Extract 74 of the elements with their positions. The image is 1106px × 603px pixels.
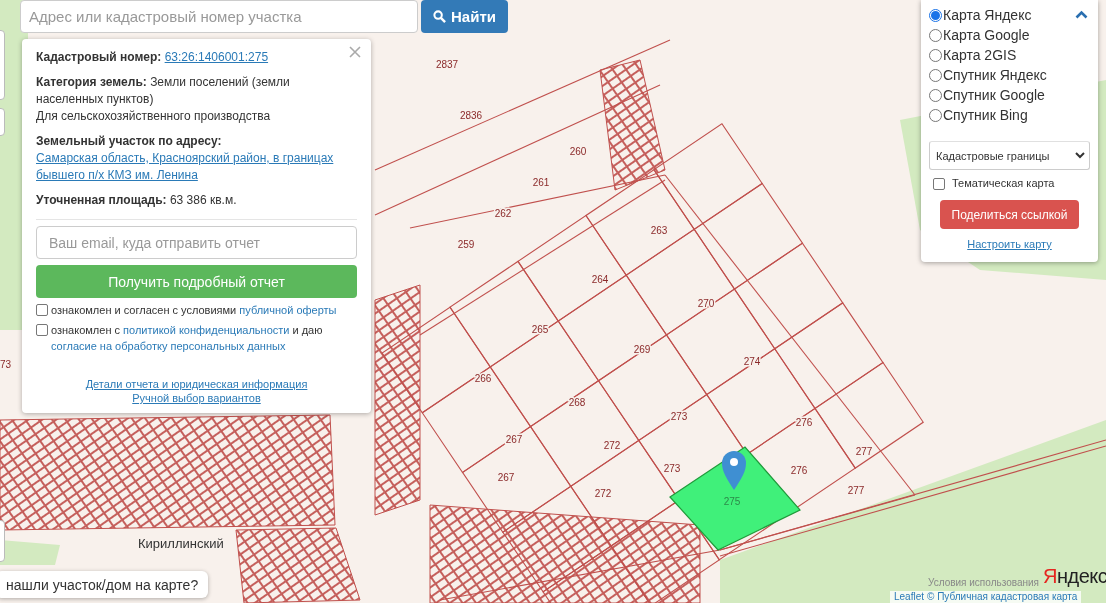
- leaflet-link[interactable]: Leaflet: [894, 591, 925, 603]
- consent-checkbox[interactable]: [36, 304, 48, 316]
- consent-link[interactable]: согласие на обработку персональных данных: [51, 340, 286, 352]
- radio[interactable]: [929, 108, 942, 122]
- consent-text: ознакомлен и согласен с условиями публичной оферты: [51, 303, 337, 318]
- info-link[interactable]: Детали отчета и юридическая информация: [85, 378, 308, 390]
- email-field[interactable]: Ваш email, куда отправить отчет: [36, 226, 357, 259]
- share-button[interactable]: Поделиться ссылкой: [940, 200, 1079, 229]
- search-field[interactable]: Адрес или кадастровый номер участка: [20, 0, 418, 33]
- layer-option[interactable]: Карта Яндекс: [929, 5, 1047, 25]
- info-field: Категория земель: Земли поселений (земли населенных пунктов): [36, 74, 357, 108]
- parcel-number: 262: [494, 208, 512, 219]
- collapse-button[interactable]: [1073, 8, 1090, 21]
- parcel-number: 272: [603, 440, 621, 451]
- parcel-number: 272: [594, 488, 612, 499]
- consent-checkbox[interactable]: [36, 324, 48, 336]
- search-icon: [433, 10, 446, 23]
- consent-link[interactable]: политикой конфиденциальности: [123, 324, 290, 336]
- thematic-checkbox[interactable]: [933, 178, 945, 190]
- parcel-number: 261: [532, 177, 550, 188]
- layer-option[interactable]: Спутник Google: [929, 85, 1047, 105]
- source-link[interactable]: © Публичная кадастровая карта: [927, 591, 1078, 603]
- help-prompt[interactable]: нашли участок/дом на карте?: [0, 571, 209, 598]
- info-field: Кадастровый номер: 63:26:1406001:275: [36, 49, 357, 66]
- report-button[interactable]: Получить подробный отчет: [36, 265, 357, 298]
- radio[interactable]: [929, 28, 942, 42]
- address-link[interactable]: Самарская область, Красноярский район, в границах бывшего п/х КМЗ им. Ленина: [36, 150, 339, 184]
- checkbox-label: Тематическая карта: [952, 177, 1055, 189]
- close-button[interactable]: [347, 44, 363, 60]
- parcel-number: 263: [650, 225, 668, 236]
- parcel-number: 264: [591, 274, 609, 285]
- caret-icon: [1075, 10, 1088, 19]
- place-name: Кириллинский: [138, 536, 224, 551]
- info-note: Для сельскохозяйственного производства: [36, 108, 272, 125]
- layer-option[interactable]: Карта Google: [929, 25, 1047, 45]
- chevron-icon: [1075, 152, 1085, 159]
- parcel-number: 265: [531, 324, 549, 335]
- park-area: [0, 540, 60, 565]
- info-link[interactable]: 63:26:1406001:275: [164, 50, 269, 64]
- info-field: Уточненная площадь: 63 386 кв.м.: [36, 192, 357, 209]
- layer-option[interactable]: Спутник Bing: [929, 105, 1047, 125]
- layer-option[interactable]: Карта 2GIS: [929, 45, 1047, 65]
- info-field: Земельный участок по адресу: Самарская область, Красноярский район, в границах бывшего п/х КМЗ им. Ленина: [36, 133, 357, 184]
- consent-link[interactable]: публичной оферты: [239, 304, 337, 316]
- parcel-number: 273: [663, 463, 681, 474]
- configure-link[interactable]: Настроить карту: [967, 238, 1052, 250]
- parcel-number: 276: [790, 465, 808, 476]
- parcel-number: 2837: [435, 59, 459, 70]
- parcel-number: 277: [855, 446, 873, 457]
- parcel-number: 275: [723, 496, 741, 507]
- close-icon: [349, 46, 361, 58]
- parcel-number: 270: [697, 298, 715, 309]
- parcel-number: 259: [457, 239, 475, 250]
- overlay-select[interactable]: Кадастровые границы: [929, 141, 1090, 170]
- radio[interactable]: [929, 68, 942, 82]
- map-marker-icon[interactable]: [722, 451, 746, 490]
- radio[interactable]: [929, 8, 942, 22]
- parcel-number: 267: [497, 472, 515, 483]
- parcel-number: 276: [795, 417, 813, 428]
- parcel-number: 2836: [459, 110, 483, 121]
- parcel-number: 273: [670, 411, 688, 422]
- parcel-number: 277: [847, 485, 865, 496]
- parcel-number: 268: [568, 397, 586, 408]
- search-button[interactable]: Найти: [421, 0, 508, 33]
- radio[interactable]: [929, 88, 942, 102]
- consent-text: ознакомлен с политикой конфиденциальности и даю согласие на обработку персональных данных: [51, 323, 324, 354]
- provider-logo: Яндекс: [1043, 565, 1106, 588]
- parcel-number: 73: [0, 359, 12, 370]
- layer-option[interactable]: Спутник Яндекс: [929, 65, 1047, 85]
- terms-link[interactable]: Условия использования: [928, 577, 1039, 588]
- radio[interactable]: [929, 48, 942, 62]
- parcel-number: 266: [474, 373, 492, 384]
- parcel-number: 260: [569, 146, 587, 157]
- info-link[interactable]: Ручной выбор вариантов: [132, 392, 261, 404]
